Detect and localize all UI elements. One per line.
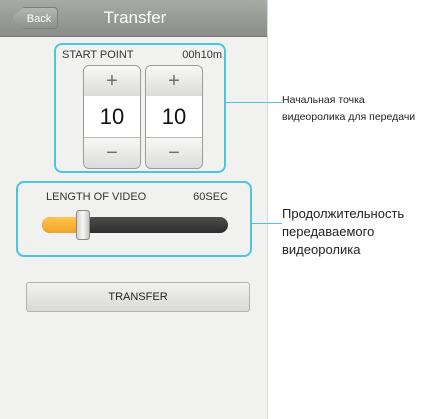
hours-stepper: + 10 − xyxy=(83,65,141,169)
phone-screen: Back Transfer START POINT 00h10m + 10 − … xyxy=(0,0,268,419)
length-slider[interactable] xyxy=(42,210,228,240)
slider-thumb[interactable] xyxy=(76,210,90,240)
start-point-label: START POINT xyxy=(62,49,134,61)
start-point-value: 00h10m xyxy=(182,49,222,61)
title-bar: Back Transfer xyxy=(0,0,267,37)
transfer-button[interactable]: TRANSFER xyxy=(26,282,250,312)
hours-plus-button[interactable]: + xyxy=(84,66,140,97)
length-header: LENGTH OF VIDEO 60SEC xyxy=(46,191,228,203)
minutes-plus-button[interactable]: + xyxy=(146,66,202,97)
start-point-callout: Начальная точка видеоролика для передачи xyxy=(282,92,415,126)
minutes-value: 10 xyxy=(146,96,202,138)
length-label: LENGTH OF VIDEO xyxy=(46,191,147,203)
minutes-minus-button[interactable]: − xyxy=(146,137,202,168)
length-callout-line3: видеоролика xyxy=(282,242,361,257)
start-point-header: START POINT 00h10m xyxy=(62,49,222,61)
back-button[interactable]: Back xyxy=(12,7,58,29)
hours-minus-button[interactable]: − xyxy=(84,137,140,168)
start-point-callout-line2: видеоролика для передачи xyxy=(282,111,416,123)
hours-value: 10 xyxy=(84,96,140,138)
start-point-callout-line xyxy=(226,102,282,103)
length-value: 60SEC xyxy=(193,191,228,203)
minutes-stepper: + 10 − xyxy=(145,65,203,169)
length-callout-line xyxy=(252,223,282,224)
page-title: Transfer xyxy=(103,8,167,27)
start-point-callout-line1: Начальная точка xyxy=(282,94,365,106)
length-callout-line2: передаваемого xyxy=(282,224,375,239)
length-callout-line1: Продолжительность xyxy=(282,206,405,221)
length-callout: Продолжительность передаваемого видеорол… xyxy=(282,205,404,259)
